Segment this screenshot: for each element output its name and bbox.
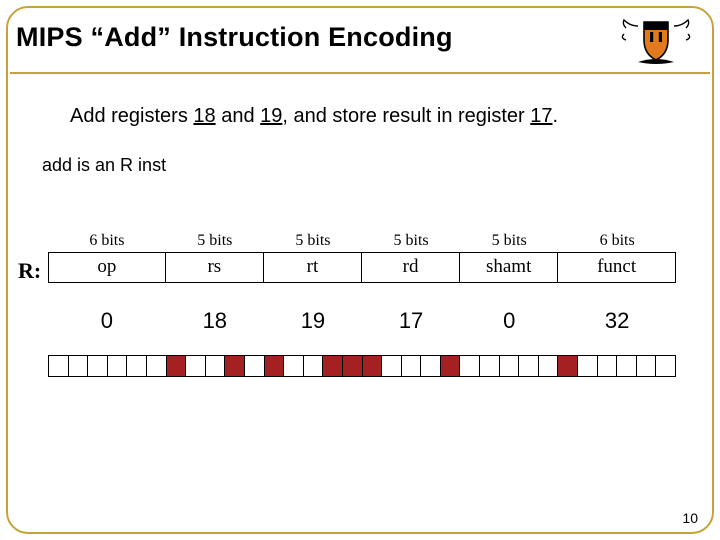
bit-cell xyxy=(147,356,167,376)
bit-cell xyxy=(598,356,618,376)
bits-shamt: 5 bits xyxy=(460,232,558,252)
bit-cell xyxy=(656,356,675,376)
bit-cell xyxy=(88,356,108,376)
title-underline xyxy=(10,72,710,74)
field-rt: rt xyxy=(264,252,362,283)
field-shamt: shamt xyxy=(460,252,558,283)
bit-cell xyxy=(245,356,265,376)
field-rs: rs xyxy=(166,252,264,283)
bit-cell xyxy=(225,356,245,376)
bit-cell xyxy=(323,356,343,376)
binary-encoding-strip xyxy=(48,355,676,377)
bit-cell xyxy=(519,356,539,376)
field-value-row: 0 18 19 17 0 32 xyxy=(48,308,676,334)
bit-cell xyxy=(343,356,363,376)
logo-book-r xyxy=(659,32,662,42)
bit-cell xyxy=(304,356,324,376)
bit-cell xyxy=(284,356,304,376)
value-funct: 32 xyxy=(558,308,676,334)
bit-cell xyxy=(382,356,402,376)
value-rs: 18 xyxy=(166,308,264,334)
bit-cell xyxy=(637,356,657,376)
slide: MIPS “Add” Instruction Encoding Add regi… xyxy=(0,0,720,540)
bit-cell xyxy=(617,356,637,376)
bits-op: 6 bits xyxy=(48,232,166,252)
bits-width-row: 6 bits 5 bits 5 bits 5 bits 5 bits 6 bit… xyxy=(48,232,676,252)
value-rd: 17 xyxy=(362,308,460,334)
page-number: 10 xyxy=(682,510,698,526)
field-rd: rd xyxy=(362,252,460,283)
bit-cell xyxy=(186,356,206,376)
bit-cell xyxy=(167,356,187,376)
value-rt: 19 xyxy=(264,308,362,334)
bit-cell xyxy=(480,356,500,376)
bit-cell xyxy=(558,356,578,376)
subtitle-r3: 17 xyxy=(530,105,552,127)
instruction-type-note: add is an R inst xyxy=(42,155,166,176)
bits-rs: 5 bits xyxy=(166,232,264,252)
subtitle-r2: 19 xyxy=(260,105,282,127)
slide-title: MIPS “Add” Instruction Encoding xyxy=(16,22,453,53)
bit-cell xyxy=(441,356,461,376)
princeton-shield-logo xyxy=(620,14,692,68)
bit-cell xyxy=(127,356,147,376)
field-name-row: op rs rt rd shamt funct xyxy=(48,252,676,283)
subtitle-mid2: , and store result in register xyxy=(282,105,530,127)
bit-cell xyxy=(108,356,128,376)
bit-cell xyxy=(578,356,598,376)
field-funct: funct xyxy=(558,252,676,283)
value-op: 0 xyxy=(48,308,166,334)
bit-cell xyxy=(49,356,69,376)
bit-cell xyxy=(402,356,422,376)
bit-cell xyxy=(69,356,89,376)
bit-cell xyxy=(460,356,480,376)
r-format-label: R: xyxy=(18,258,41,284)
field-op: op xyxy=(48,252,166,283)
logo-book-l xyxy=(650,32,653,42)
subtitle-mid1: and xyxy=(216,105,260,127)
bit-cell xyxy=(539,356,559,376)
bits-rt: 5 bits xyxy=(264,232,362,252)
subtitle-pre: Add registers xyxy=(70,105,193,127)
logo-chief xyxy=(644,22,668,30)
bits-rd: 5 bits xyxy=(362,232,460,252)
instruction-description: Add registers 18 and 19, and store resul… xyxy=(70,105,558,128)
bit-cell xyxy=(265,356,285,376)
subtitle-post: . xyxy=(553,105,559,127)
bit-cell xyxy=(206,356,226,376)
bits-funct: 6 bits xyxy=(558,232,676,252)
subtitle-r1: 18 xyxy=(193,105,215,127)
bit-cell xyxy=(421,356,441,376)
r-format-diagram: 6 bits 5 bits 5 bits 5 bits 5 bits 6 bit… xyxy=(48,232,676,283)
bit-cell xyxy=(500,356,520,376)
value-shamt: 0 xyxy=(460,308,558,334)
logo-banner xyxy=(638,59,674,64)
bit-cell xyxy=(363,356,383,376)
